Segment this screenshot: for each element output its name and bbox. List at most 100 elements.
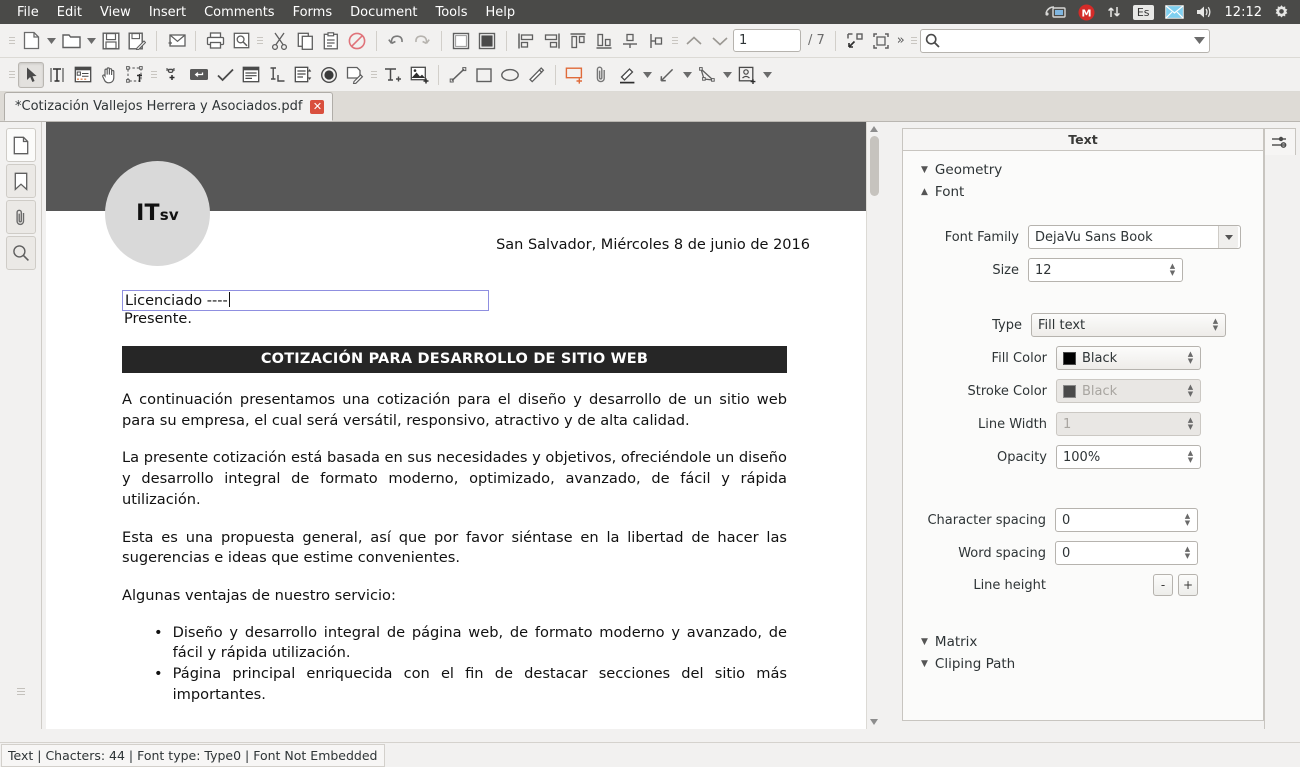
polygon-tool[interactable]: [694, 62, 720, 88]
rectangle-tool[interactable]: [471, 62, 497, 88]
spinner-arrows[interactable]: ▲ ▼: [1183, 413, 1198, 435]
add-text-tool[interactable]: [380, 62, 406, 88]
pages-panel-button[interactable]: [5, 128, 36, 162]
line-height-decrease-button[interactable]: -: [1153, 574, 1173, 596]
section-font[interactable]: ▲ Font: [913, 181, 1253, 203]
scroll-up-button[interactable]: [867, 122, 882, 136]
checkbox-tool[interactable]: [212, 62, 238, 88]
next-page-button[interactable]: [707, 28, 733, 54]
keyboard-layout-indicator[interactable]: Es: [1132, 4, 1154, 20]
edit-note-tool[interactable]: [342, 62, 368, 88]
page-number-input[interactable]: [733, 29, 801, 52]
menu-tools[interactable]: Tools: [426, 2, 476, 23]
toolbar-grip[interactable]: [8, 30, 16, 52]
bookmarks-panel-button[interactable]: [5, 164, 36, 198]
network-updown-icon[interactable]: [1106, 4, 1122, 20]
push-button-tool[interactable]: [186, 62, 212, 88]
marquee-select-tool[interactable]: [122, 62, 148, 88]
page-border-button[interactable]: [448, 28, 474, 54]
page-fill-button[interactable]: [474, 28, 500, 54]
add-image-tool[interactable]: [406, 62, 432, 88]
hand-tool[interactable]: [96, 62, 122, 88]
character-spacing-spinner[interactable]: 0 ▲ ▼: [1055, 508, 1198, 532]
toolbar-grip[interactable]: [671, 30, 679, 52]
word-spacing-spinner[interactable]: 0 ▲ ▼: [1055, 541, 1198, 565]
spinner-arrows[interactable]: ▲ ▼: [1180, 509, 1195, 531]
attach-file-tool[interactable]: [588, 62, 614, 88]
spinner-arrows[interactable]: ▲ ▼: [1165, 259, 1180, 281]
cut-button[interactable]: [266, 28, 292, 54]
close-icon[interactable]: ✕: [310, 99, 325, 114]
attachments-panel-button[interactable]: [5, 200, 36, 234]
arrow-line-tool[interactable]: [654, 62, 680, 88]
menu-help[interactable]: Help: [477, 2, 525, 23]
rail-grip[interactable]: [16, 688, 25, 695]
menu-edit[interactable]: Edit: [48, 2, 91, 23]
font-family-combo[interactable]: DejaVu Sans Book: [1028, 225, 1241, 249]
align-center-vertical-button[interactable]: [617, 28, 643, 54]
volume-icon[interactable]: [1195, 4, 1214, 20]
toolbar-grip[interactable]: [8, 64, 16, 86]
section-geometry[interactable]: ▼ Geometry: [913, 159, 1253, 181]
delete-forbidden-button[interactable]: [344, 28, 370, 54]
document-tab[interactable]: *Cotización Vallejos Herrera y Asociados…: [4, 92, 334, 121]
menu-insert[interactable]: Insert: [140, 2, 195, 23]
section-clipping-path[interactable]: ▼ Cliping Path: [913, 653, 1253, 675]
redo-button[interactable]: [409, 28, 435, 54]
sticky-note-tool[interactable]: [562, 62, 588, 88]
open-folder-button[interactable]: [58, 28, 84, 54]
line-width-spinner[interactable]: 1 ▲ ▼: [1056, 412, 1201, 436]
stamp-dropdown[interactable]: [760, 62, 774, 88]
text-tool[interactable]: [44, 62, 70, 88]
add-link-tool[interactable]: [160, 62, 186, 88]
toolbar-overflow-button[interactable]: »: [894, 33, 908, 48]
form-tool[interactable]: [70, 62, 96, 88]
align-left-button[interactable]: [513, 28, 539, 54]
select-tool[interactable]: [18, 61, 44, 88]
copy-button[interactable]: [292, 28, 318, 54]
highlight-tool[interactable]: [614, 62, 640, 88]
undo-button[interactable]: [383, 28, 409, 54]
panel-settings-button[interactable]: [1264, 128, 1296, 156]
menu-forms[interactable]: Forms: [284, 2, 342, 23]
print-button[interactable]: [202, 28, 228, 54]
viewer-scrollbar[interactable]: [866, 122, 882, 729]
fit-selection-button[interactable]: [868, 28, 894, 54]
scroll-down-button[interactable]: [867, 715, 882, 729]
spinner-arrows[interactable]: ▲ ▼: [1183, 380, 1198, 402]
text-field-tool[interactable]: [238, 62, 264, 88]
polygon-dropdown[interactable]: [720, 62, 734, 88]
arrow-line-dropdown[interactable]: [680, 62, 694, 88]
search-box[interactable]: [919, 28, 1210, 53]
spinner-arrows[interactable]: ▲ ▼: [1183, 347, 1198, 369]
highlight-dropdown[interactable]: [640, 62, 654, 88]
size-spinner[interactable]: 12 ▲ ▼: [1028, 258, 1183, 282]
menu-comments[interactable]: Comments: [195, 2, 283, 23]
align-top-button[interactable]: [565, 28, 591, 54]
system-clock[interactable]: 12:12: [1225, 5, 1262, 20]
spinner-arrows[interactable]: ▲ ▼: [1208, 314, 1223, 336]
search-panel-button[interactable]: [5, 236, 36, 270]
section-matrix[interactable]: ▼ Matrix: [913, 631, 1253, 653]
send-mail-button[interactable]: [163, 28, 189, 54]
fit-page-button[interactable]: [842, 28, 868, 54]
paste-button[interactable]: [318, 28, 344, 54]
align-right-button[interactable]: [539, 28, 565, 54]
search-input[interactable]: [939, 30, 1194, 51]
list-box-tool[interactable]: [290, 62, 316, 88]
menu-view[interactable]: View: [91, 2, 140, 23]
opacity-spinner[interactable]: 100% ▲ ▼: [1056, 445, 1201, 469]
align-center-horizontal-button[interactable]: [643, 28, 669, 54]
mail-badge-icon[interactable]: M: [1078, 4, 1095, 21]
line-height-increase-button[interactable]: +: [1178, 574, 1198, 596]
fill-color-combo[interactable]: Black ▲ ▼: [1056, 346, 1201, 370]
save-as-button[interactable]: [124, 28, 150, 54]
menu-file[interactable]: File: [8, 2, 48, 23]
chevron-down-icon[interactable]: [1218, 226, 1238, 248]
open-folder-dropdown[interactable]: [84, 28, 98, 54]
toolbar-grip[interactable]: [370, 64, 378, 86]
line-tool[interactable]: [445, 62, 471, 88]
print-preview-button[interactable]: [228, 28, 254, 54]
line-field-tool[interactable]: [264, 62, 290, 88]
radio-button-tool[interactable]: [316, 62, 342, 88]
